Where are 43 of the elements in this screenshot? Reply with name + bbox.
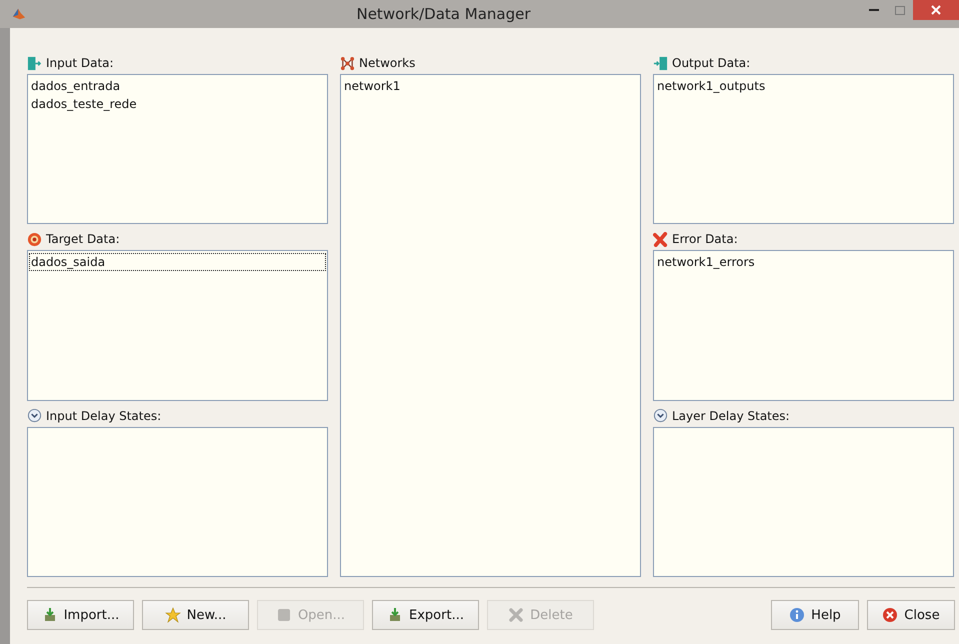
list-label: Input Data: [46,56,114,70]
list-label: Networks [359,56,416,70]
dialog-button[interactable]: Help [771,600,859,630]
list-box[interactable] [27,426,328,577]
square-icon [276,607,292,623]
network-icon [340,56,355,70]
list-box[interactable]: network1_outputs [653,74,954,224]
dialog-button[interactable]: New... [142,600,249,630]
list-box[interactable]: network1_errors [653,250,954,401]
info-icon [789,607,806,623]
target-icon [27,232,42,247]
maximize-icon[interactable] [895,6,905,14]
dialog-button[interactable]: Export... [372,600,479,630]
list-item[interactable]: dados_entrada [29,77,326,95]
list-label: Error Data: [672,232,738,246]
list-label: Layer Delay States: [672,408,790,423]
list-box[interactable]: dados_saida [27,250,328,401]
dialog-button[interactable]: Import... [27,600,134,630]
chevron-circle-icon [653,408,668,424]
list-label: Input Delay States: [46,408,162,423]
list-box[interactable] [653,426,954,577]
close-icon [931,5,941,15]
list-item[interactable]: dados_teste_rede [29,95,326,113]
list-box[interactable]: network1 [340,74,641,577]
chevron-circle-icon [27,408,42,424]
cross-icon [653,232,668,247]
list-item[interactable]: network1_errors [655,253,952,272]
arrow-into-box-icon [27,56,42,70]
minimize-icon[interactable] [869,8,879,12]
app-logo-icon [12,7,26,21]
cross-icon [508,607,524,623]
list-label: Output Data: [672,56,750,70]
close-button[interactable]: Close [867,600,955,630]
list-label: Target Data: [46,232,120,246]
star-icon [164,607,181,623]
window-title: Network/Data Manager [355,5,532,23]
arrow-out-box-icon [653,56,668,70]
list-item[interactable]: network1_outputs [655,77,952,95]
list-box[interactable]: dados_entrada dados_teste_rede [27,74,328,224]
close-window-button[interactable] [913,0,959,20]
close-icon [882,607,898,623]
list-item[interactable]: network1 [342,77,639,95]
list-item[interactable]: dados_saida [29,253,326,272]
